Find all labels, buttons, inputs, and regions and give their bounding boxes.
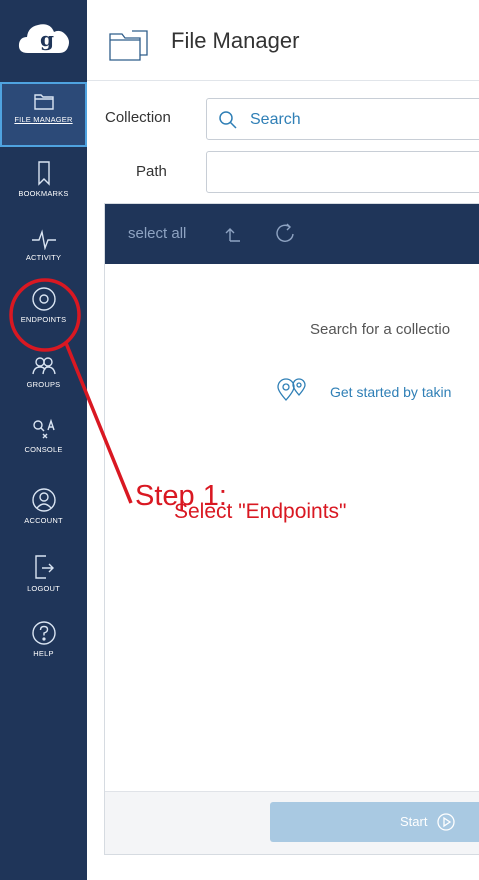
annotation-instruction: Select "Endpoints"	[174, 500, 347, 523]
annotation-pointer-line	[64, 342, 133, 504]
endpoints-highlight-circle	[9, 278, 81, 352]
annotation-overlay	[9, 278, 133, 504]
